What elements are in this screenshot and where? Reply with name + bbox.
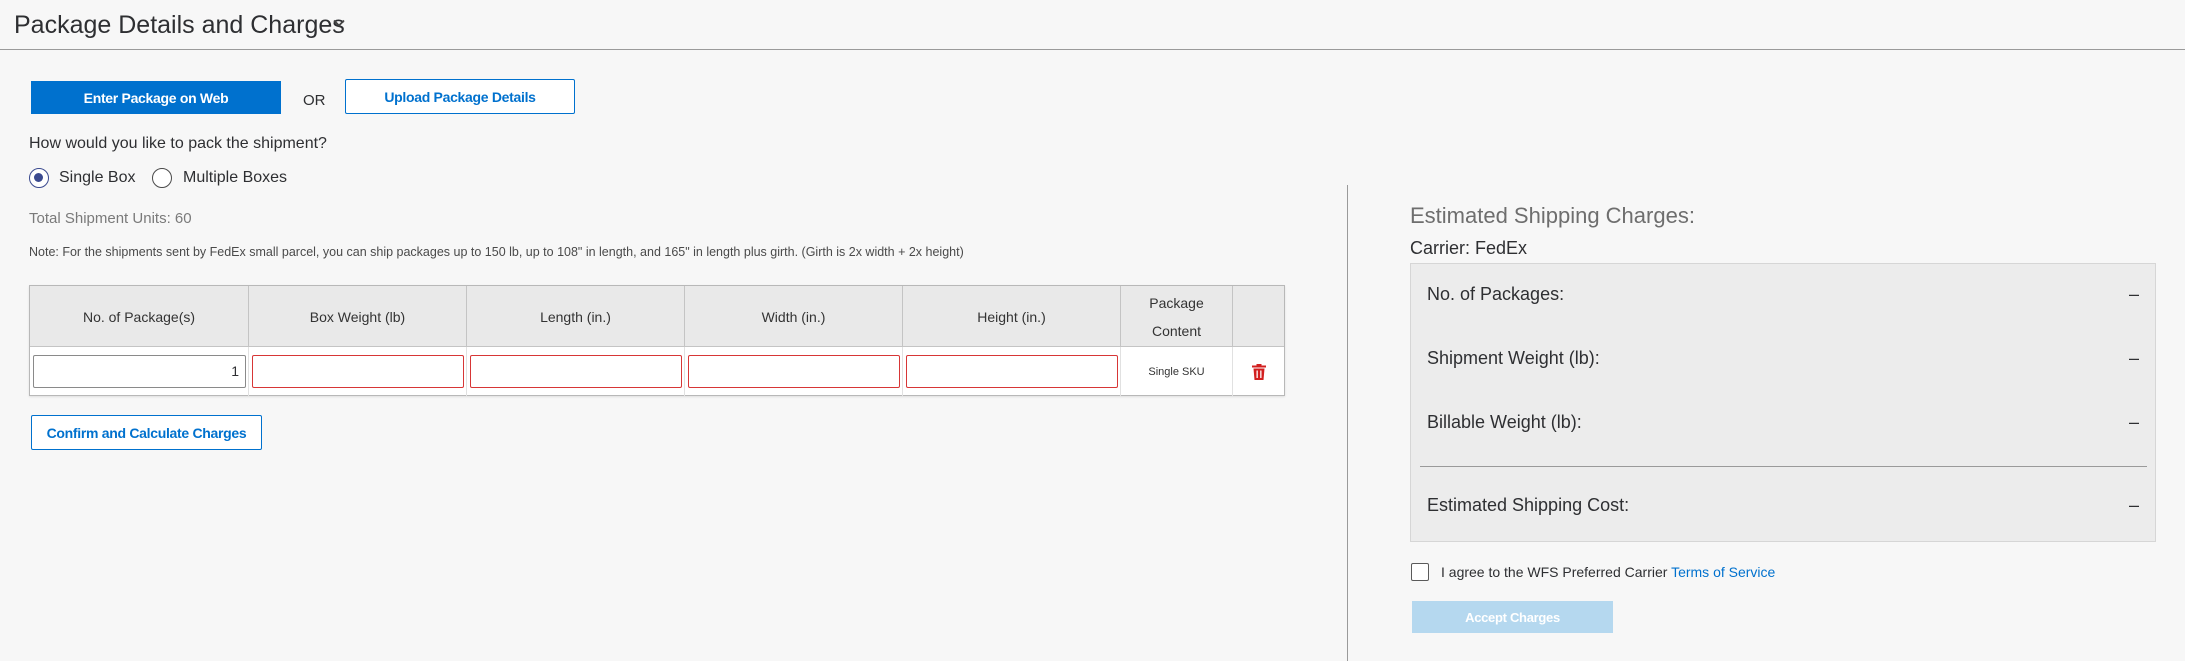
package-content-value: Single SKU	[1148, 365, 1205, 378]
confirm-calculate-button[interactable]: Confirm and Calculate Charges	[31, 415, 262, 450]
packages-count-label: No. of Packages:	[1427, 284, 1565, 304]
length-cell	[467, 347, 685, 396]
length-input[interactable]	[470, 355, 682, 388]
multiple-boxes-radio[interactable]	[152, 168, 172, 188]
upload-package-details-button[interactable]: Upload Package Details	[345, 79, 575, 114]
table-header: No. of Package(s) Box Weight (lb) Length…	[30, 286, 1284, 347]
section-header: Package Details and Charges	[0, 0, 2185, 50]
shipment-weight-label: Shipment Weight (lb):	[1427, 348, 1600, 368]
multiple-boxes-label[interactable]: Multiple Boxes	[183, 169, 287, 187]
estimate-title: Estimated Shipping Charges:	[1410, 203, 1695, 228]
agree-text: I agree to the WFS Preferred Carrier	[1441, 564, 1668, 580]
billable-weight-value: –	[2128, 412, 2139, 432]
chevron-down-icon[interactable]	[331, 15, 347, 31]
carrier-label: Carrier: FedEx	[1410, 238, 1528, 258]
box-weight-cell	[249, 347, 467, 396]
packages-count-value: –	[2128, 284, 2139, 304]
estimated-cost-label: Estimated Shipping Cost:	[1427, 495, 1630, 515]
single-box-label[interactable]: Single Box	[59, 169, 136, 187]
height-input[interactable]	[906, 355, 1118, 388]
package-table: No. of Package(s) Box Weight (lb) Length…	[29, 285, 1285, 396]
single-box-radio[interactable]	[29, 168, 49, 188]
agree-checkbox[interactable]	[1411, 563, 1429, 581]
table-row: 1	[30, 347, 249, 396]
terms-of-service-link[interactable]: Terms of Service	[1671, 564, 1775, 580]
delete-cell	[1233, 347, 1285, 396]
height-cell	[903, 347, 1121, 396]
shipping-note: Note: For the shipments sent by FedEx sm…	[29, 245, 964, 259]
agree-label: I agree to the WFS Preferred Carrier Ter…	[1441, 564, 1775, 580]
page-title: Package Details and Charges	[14, 11, 345, 39]
enter-package-web-button[interactable]: Enter Package on Web	[31, 81, 281, 114]
header-actions	[1233, 286, 1285, 347]
packing-question: How would you like to pack the shipment?	[29, 135, 327, 152]
shipment-weight-value: –	[2128, 348, 2139, 368]
accept-charges-button[interactable]: Accept Charges	[1412, 601, 1613, 633]
total-shipment-units: Total Shipment Units: 60	[29, 210, 192, 227]
width-cell	[685, 347, 903, 396]
vertical-divider	[1347, 185, 1348, 661]
trash-icon[interactable]	[1252, 364, 1266, 380]
header-packages: No. of Package(s)	[30, 286, 249, 347]
charges-summary: No. of Packages: – Shipment Weight (lb):…	[1410, 263, 2156, 542]
width-input[interactable]	[688, 355, 900, 388]
or-label: OR	[303, 92, 326, 109]
header-package-content: Package Content	[1121, 286, 1233, 347]
header-width: Width (in.)	[685, 286, 903, 347]
header-height: Height (in.)	[903, 286, 1121, 347]
box-weight-input[interactable]	[252, 355, 464, 388]
header-box-weight: Box Weight (lb)	[249, 286, 467, 347]
packages-input[interactable]: 1	[33, 355, 246, 388]
estimated-cost-value: –	[2128, 495, 2139, 515]
header-length: Length (in.)	[467, 286, 685, 347]
package-content-cell: Single SKU	[1121, 347, 1233, 396]
summary-divider	[1420, 466, 2147, 467]
billable-weight-label: Billable Weight (lb):	[1427, 412, 1582, 432]
